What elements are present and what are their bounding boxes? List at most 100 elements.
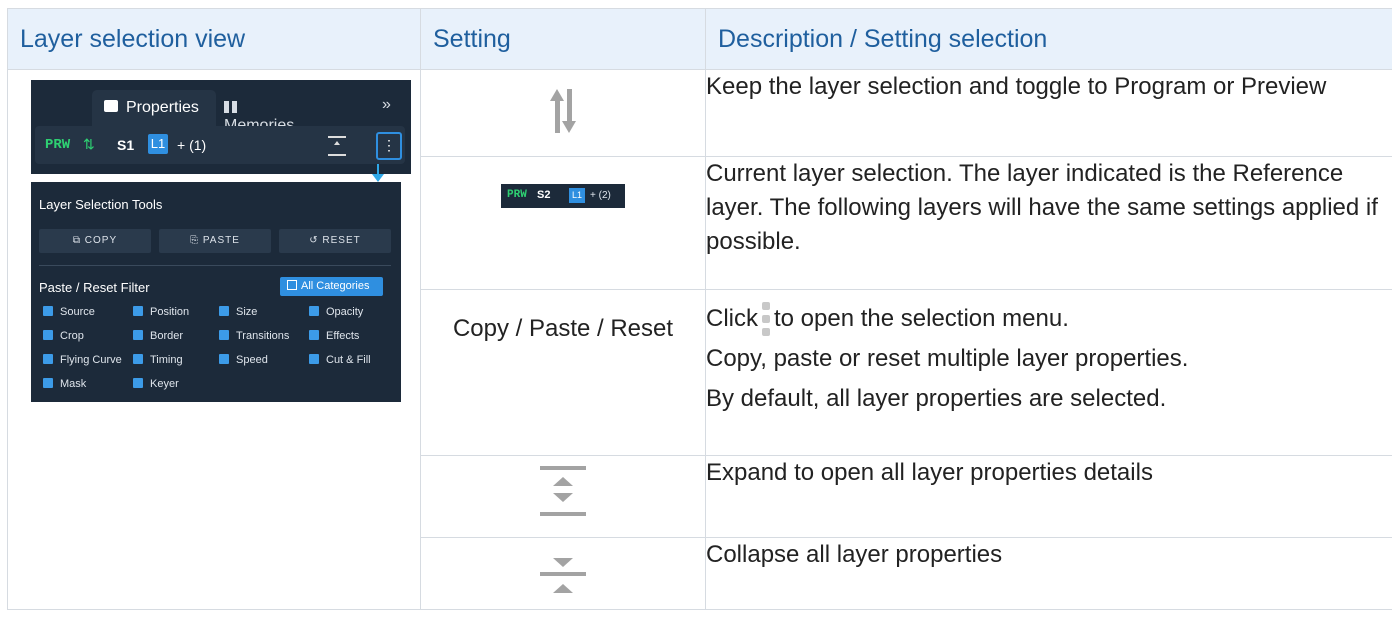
check-icon	[133, 306, 143, 316]
tab-properties[interactable]: Properties	[92, 90, 216, 126]
all-categories-label: All Categories	[301, 280, 370, 292]
filter-checkbox[interactable]: Opacity	[309, 306, 363, 318]
filter-title: Paste / Reset Filter	[39, 280, 150, 295]
copy-description-cell: Click to open the selection menu. Copy, p…	[705, 289, 1392, 456]
layer-selection-view-cell: Properties Memories » PRW ⇅ S1 L1	[7, 69, 421, 610]
expand-all-icon[interactable]	[328, 136, 346, 156]
filter-checkbox[interactable]: Source	[43, 306, 95, 318]
layer-selection-screenshot: Properties Memories » PRW ⇅ S1 L1	[31, 80, 411, 402]
properties-icon	[104, 100, 118, 112]
toggle-arrows-icon	[528, 87, 598, 137]
filter-checkbox[interactable]: Timing	[133, 354, 183, 366]
filter-label: Crop	[60, 330, 84, 342]
filter-label: Speed	[236, 354, 268, 366]
collapse-icon	[540, 548, 586, 598]
prw-label: PRW	[45, 137, 71, 153]
checkbox-icon	[287, 280, 297, 290]
copy-button[interactable]: ⧉ COPY	[39, 229, 151, 253]
layer-selection-badge: PRW S2 L1 + (2)	[501, 184, 625, 208]
tab-properties-label: Properties	[126, 99, 199, 116]
filter-label: Cut & Fill	[326, 354, 371, 366]
collapse-description: Collapse all layer properties	[705, 537, 1392, 610]
check-icon	[309, 330, 319, 340]
filter-label: Size	[236, 306, 258, 318]
check-icon	[133, 354, 143, 364]
copy-description-3: By default, all layer properties are sel…	[706, 385, 1167, 412]
filter-checkbox[interactable]: Position	[133, 306, 189, 318]
filter-label: Mask	[60, 378, 87, 390]
memories-icon	[224, 101, 237, 113]
filter-label: Transitions	[236, 330, 290, 342]
filter-checkbox[interactable]: Keyer	[133, 378, 179, 390]
header-description: Description / Setting selection	[705, 8, 1392, 70]
check-icon	[219, 330, 229, 340]
check-icon	[309, 306, 319, 316]
filter-checkbox[interactable]: Effects	[309, 330, 359, 342]
arrow-down-head	[372, 174, 384, 182]
filter-checkbox[interactable]: Mask	[43, 378, 86, 390]
filter-label: Effects	[326, 330, 360, 342]
filter-checkbox[interactable]: Transitions	[219, 330, 289, 342]
header-setting: Setting	[420, 8, 706, 70]
expand-panel-icon[interactable]: »	[382, 96, 391, 114]
tools-buttons: ⧉ COPY ⎘ PASTE ↺ RESET	[39, 229, 391, 253]
all-categories-button[interactable]: All Categories	[280, 277, 383, 296]
filter-checkbox[interactable]: Crop	[43, 330, 84, 342]
layer-selection-tools-menu: Layer Selection Tools ⧉ COPY ⎘ PASTE ↺ R…	[31, 182, 401, 402]
check-icon	[133, 378, 143, 388]
check-icon	[309, 354, 319, 364]
check-icon	[219, 306, 229, 316]
filter-label: Source	[60, 306, 95, 318]
setting-expand-cell	[420, 455, 706, 538]
toggle-icon[interactable]: ⇅	[83, 136, 95, 153]
filter-checkbox[interactable]: Speed	[219, 354, 268, 366]
reset-button-label: RESET	[322, 235, 361, 246]
check-icon	[43, 354, 53, 364]
source-label: S1	[117, 137, 135, 153]
copy-paste-reset-label: Copy / Paste / Reset	[452, 315, 674, 342]
filter-checkbox[interactable]: Size	[219, 306, 257, 318]
filter-label: Timing	[150, 354, 183, 366]
filter-label: Position	[150, 306, 190, 318]
badge-layer: L1	[569, 188, 585, 203]
expand-icon	[540, 466, 586, 516]
filter-label: Keyer	[150, 378, 179, 390]
filter-checkbox[interactable]: Border	[133, 330, 183, 342]
menu-dots-icon	[761, 302, 771, 336]
layer-selection-bar: PRW ⇅ S1 L1 + (1) ⋮	[35, 126, 405, 164]
filter-label: Opacity	[326, 306, 364, 318]
check-icon	[43, 378, 53, 388]
check-icon	[43, 330, 53, 340]
paste-button[interactable]: ⎘ PASTE	[159, 229, 271, 253]
badge-extra: + (2)	[590, 190, 611, 201]
setting-toggle-cell	[420, 69, 706, 157]
setting-current-cell: PRW S2 L1 + (2)	[420, 156, 706, 290]
badge-source: S2	[537, 189, 551, 201]
reset-button[interactable]: ↺ RESET	[279, 229, 391, 253]
check-icon	[219, 354, 229, 364]
filter-label: Border	[150, 330, 184, 342]
selection-menu-button[interactable]: ⋮	[376, 132, 402, 160]
click-prefix: Click	[706, 305, 758, 332]
current-description: Current layer selection. The layer indic…	[705, 156, 1392, 290]
row-toggle: Properties Memories » PRW ⇅ S1 L1	[7, 69, 1392, 610]
settings-table: Layer selection view Setting Description…	[7, 8, 1392, 610]
tools-title: Layer Selection Tools	[39, 197, 163, 212]
copy-button-label: COPY	[84, 235, 118, 246]
layer-badge[interactable]: L1	[148, 134, 168, 154]
filter-label: Flying Curve	[60, 354, 122, 366]
expand-description: Expand to open all layer properties deta…	[705, 455, 1392, 538]
paste-button-label: PASTE	[202, 235, 240, 246]
setting-copy-cell: Copy / Paste / Reset	[420, 289, 706, 456]
filter-checkbox[interactable]: Cut & Fill	[309, 354, 371, 366]
check-icon	[43, 306, 53, 316]
copy-click-line: Click to open the selection menu.	[706, 302, 1392, 336]
check-icon	[133, 330, 143, 340]
properties-panel: Properties Memories » PRW ⇅ S1 L1	[31, 80, 411, 174]
menu-divider	[39, 265, 391, 266]
setting-collapse-cell	[420, 537, 706, 610]
badge-prw: PRW	[507, 189, 527, 201]
extra-layers-count: + (1)	[177, 137, 207, 153]
filter-checkbox[interactable]: Flying Curve	[43, 354, 122, 366]
copy-description-2: Copy, paste or reset multiple layer prop…	[706, 345, 1189, 372]
